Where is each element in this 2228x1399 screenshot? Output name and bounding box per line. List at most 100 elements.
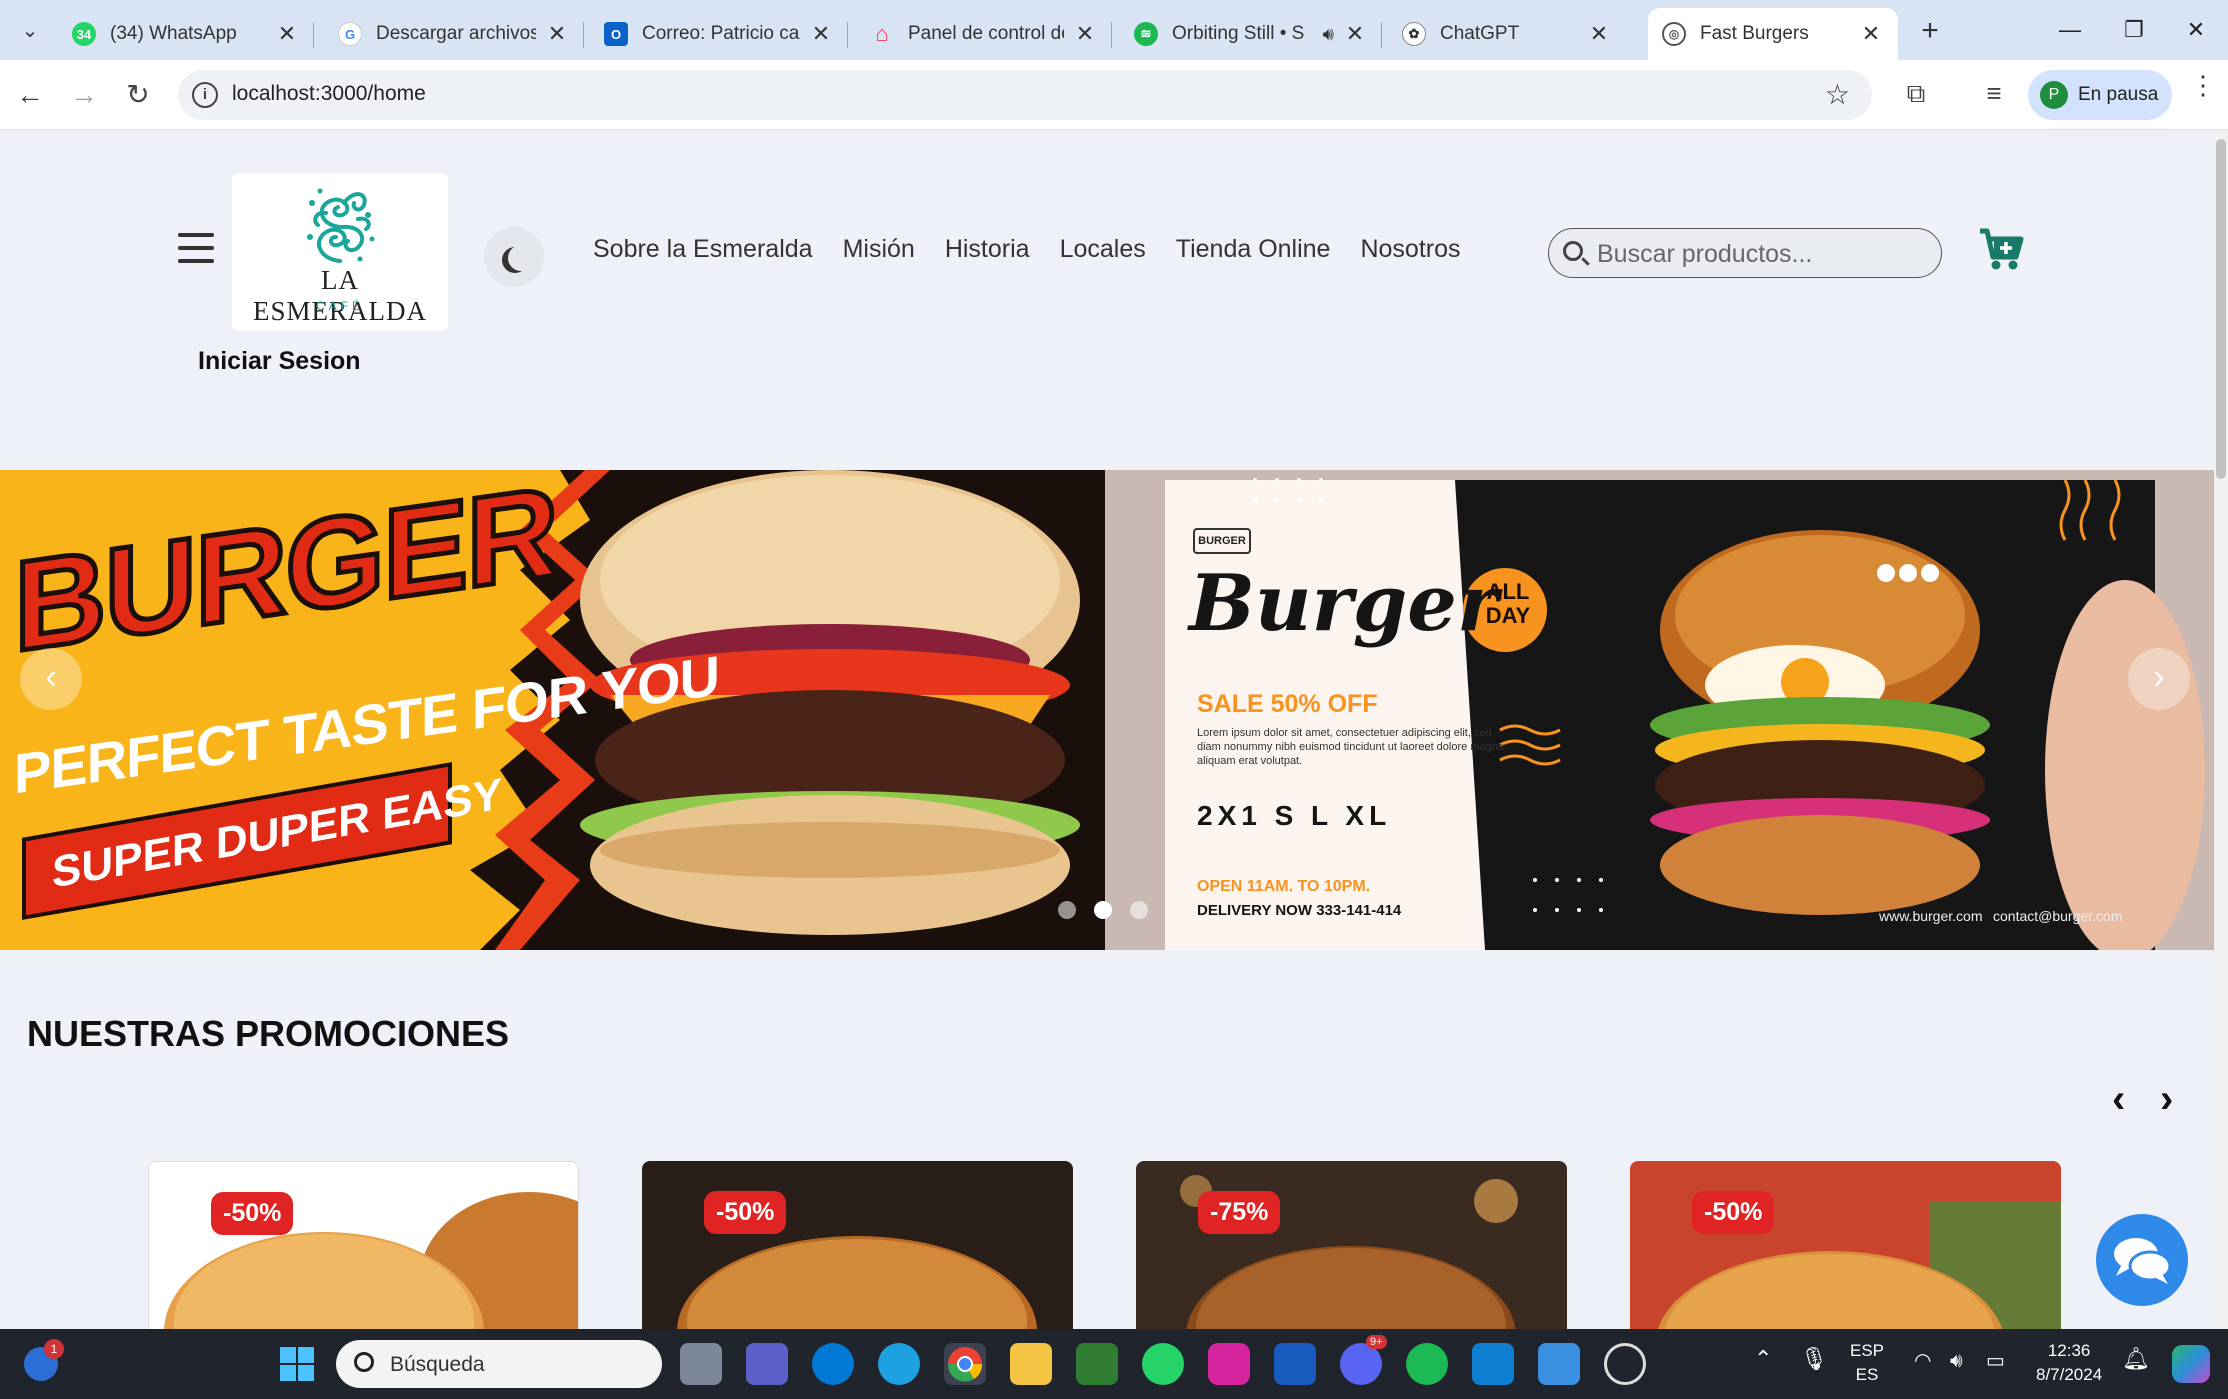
carousel-dot-2[interactable] (1094, 901, 1112, 919)
chrome-icon[interactable] (944, 1343, 986, 1385)
bookmark-star-icon[interactable]: ☆ (1825, 78, 1850, 111)
reload-button[interactable]: ↻ (118, 75, 158, 115)
google-icon: G (338, 22, 362, 46)
theme-toggle-button[interactable] (484, 227, 544, 287)
tab-fast-burgers[interactable]: ◎ Fast Burgers ✕ (1648, 8, 1898, 60)
product-search[interactable]: Buscar productos... (1548, 228, 1942, 278)
carousel-dot-3[interactable] (1130, 901, 1148, 919)
nav-link-historia[interactable]: Historia (945, 235, 1030, 264)
carousel-dot-1[interactable] (1058, 901, 1076, 919)
tab-correo[interactable]: O Correo: Patricio cala ✕ (590, 8, 848, 60)
search-icon (1563, 241, 1583, 261)
scrollbar-thumb[interactable] (2216, 139, 2226, 479)
task-view-icon[interactable] (680, 1343, 722, 1385)
site-logo[interactable]: LA ESMERALDA CAFÉ (232, 173, 448, 331)
file-explorer-icon[interactable] (1010, 1343, 1052, 1385)
address-bar[interactable]: i localhost:3000/home ☆ (178, 70, 1872, 120)
keyboard-layout: ES (1855, 1365, 1879, 1384)
tab-descargar[interactable]: G Descargar archivos ✕ (324, 8, 584, 60)
promotions-next-button[interactable]: › (2160, 1077, 2173, 1122)
battery-icon[interactable]: ▭ (1986, 1349, 2005, 1373)
language-code: ESP (1850, 1341, 1885, 1360)
chevron-up-icon[interactable]: ⌃ (1754, 1347, 1772, 1371)
mail-icon[interactable] (812, 1343, 854, 1385)
tab-search-button[interactable]: ⌄ (10, 10, 50, 50)
teams-icon[interactable] (746, 1343, 788, 1385)
close-icon[interactable]: ✕ (808, 21, 834, 47)
tab-title: ChatGPT (1440, 23, 1520, 44)
notepad-icon[interactable] (1076, 1343, 1118, 1385)
promo-card-4[interactable]: -50% (1630, 1161, 2061, 1329)
tab-panel-control[interactable]: ⌂ Panel de control del ✕ (856, 8, 1112, 60)
instagram-icon[interactable] (1208, 1343, 1250, 1385)
hamburger-menu-icon[interactable] (178, 233, 214, 263)
logo-subtitle: CAFÉ (315, 299, 364, 313)
forward-button[interactable]: → (64, 75, 104, 115)
promo-card-1[interactable]: -50% (148, 1161, 579, 1329)
promo-burger-image (1180, 1175, 1518, 1329)
close-icon[interactable]: ✕ (1586, 21, 1612, 47)
copilot-icon[interactable] (2172, 1345, 2210, 1383)
media-control-icon[interactable]: ≡ (1976, 78, 2012, 109)
profile-button[interactable]: P En pausa (2028, 70, 2172, 120)
tab-whatsapp[interactable]: 34 (34) WhatsApp ✕ (58, 8, 314, 60)
microphone-icon[interactable]: 🎙︎ (1800, 1347, 1828, 1371)
extensions-icon[interactable]: ⧉ (1898, 78, 1934, 110)
promo-card-2[interactable]: -50% (642, 1161, 1073, 1329)
nav-link-mision[interactable]: Misión (843, 235, 915, 264)
minimize-button[interactable]: — (2040, 10, 2100, 50)
widgets-icon[interactable]: 1 (24, 1339, 64, 1381)
promo-card-3[interactable]: -75% (1136, 1161, 1567, 1329)
notification-bell-icon[interactable]: 🔔︎ (2122, 1347, 2150, 1371)
chrome-logo (947, 1347, 983, 1382)
nav-link-sobre[interactable]: Sobre la Esmeralda (593, 235, 813, 264)
instagram-icon (1877, 564, 1895, 582)
close-icon[interactable]: ✕ (274, 21, 300, 47)
close-icon[interactable]: ✕ (1342, 21, 1368, 47)
whatsapp-icon: 34 (72, 22, 96, 46)
tab-spotify[interactable]: ≋ Orbiting Still • S 🔊︎ ✕ (1120, 8, 1382, 60)
delivery-phone: 333-141-414 (1316, 902, 1402, 919)
vscode-icon[interactable] (1472, 1343, 1514, 1385)
tab-strip: ⌄ 34 (34) WhatsApp ✕ G Descargar archivo… (0, 0, 2228, 60)
close-icon[interactable]: ✕ (1858, 21, 1884, 47)
nav-link-nosotros[interactable]: Nosotros (1360, 235, 1460, 264)
poster-title: Burger (1189, 558, 1498, 649)
window-close-button[interactable]: ✕ (2166, 10, 2226, 50)
speaker-icon[interactable]: 🔊︎ (1323, 24, 1334, 45)
nav-link-tienda[interactable]: Tienda Online (1176, 235, 1331, 264)
discord-icon[interactable]: 9+ (1340, 1335, 1387, 1385)
login-link[interactable]: Iniciar Sesion (198, 347, 361, 376)
volume-icon[interactable]: 🔊︎ (1950, 1349, 1963, 1373)
promotions-prev-button[interactable]: ‹ (2112, 1077, 2125, 1122)
site-info-icon[interactable]: i (192, 82, 218, 108)
edge-icon[interactable] (878, 1343, 920, 1385)
word-icon[interactable] (1274, 1343, 1316, 1385)
chat-button[interactable] (2096, 1214, 2188, 1306)
taskbar-search[interactable]: Búsqueda (336, 1340, 662, 1388)
page-scrollbar[interactable] (2214, 131, 2228, 1329)
promo-burger-image (164, 1192, 578, 1329)
url-text[interactable]: localhost:3000/home (232, 82, 426, 106)
maximize-button[interactable]: ❐ (2104, 10, 2164, 50)
new-tab-button[interactable]: + (1912, 14, 1948, 50)
whatsapp-icon[interactable] (1142, 1343, 1184, 1385)
all-day-line2: DAY (1485, 603, 1531, 628)
close-icon[interactable]: ✕ (544, 21, 570, 47)
spotify-icon[interactable] (1406, 1343, 1448, 1385)
carousel-next-button[interactable]: › (2128, 648, 2190, 710)
browser-menu-icon[interactable]: ⋮ (2190, 72, 2216, 98)
add-to-cart-icon[interactable] (1978, 227, 2024, 271)
wifi-icon[interactable]: ◠ (1914, 1349, 1931, 1373)
close-icon[interactable]: ✕ (1072, 21, 1098, 47)
language-indicator[interactable]: ESP ES (1850, 1339, 1884, 1387)
carousel-prev-button[interactable]: ‹ (20, 648, 82, 710)
nav-link-locales[interactable]: Locales (1060, 235, 1146, 264)
obs-icon[interactable] (1604, 1343, 1646, 1385)
app-icon[interactable] (1538, 1343, 1580, 1385)
start-button[interactable] (276, 1343, 318, 1385)
back-button[interactable]: ← (10, 75, 50, 115)
poster-hours: OPEN 11AM. TO 10PM. (1197, 878, 1371, 895)
tab-chatgpt[interactable]: ✿ ChatGPT ✕ (1388, 8, 1626, 60)
clock[interactable]: 12:36 8/7/2024 (2036, 1339, 2102, 1387)
